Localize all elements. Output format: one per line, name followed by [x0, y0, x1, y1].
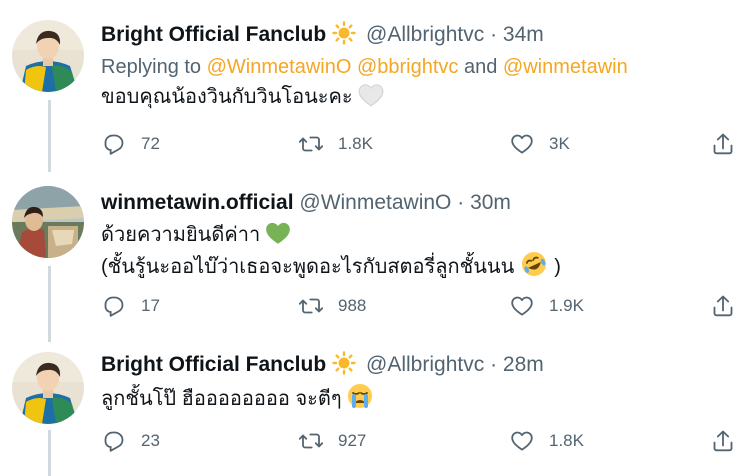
tweet[interactable]: Bright Official Fanclub @Allbrightvc · 2…: [0, 340, 751, 476]
tweet-actions: 72 1.8K 3K: [101, 129, 741, 159]
replying-to: Replying to @WinmetawinO @bbrightvc and …: [101, 52, 737, 82]
tweet-text-body: (ชั้นรู้นะออไบ๊ว่าเธอจะพูดอะไรกับสตอรี่ล…: [101, 256, 515, 278]
display-name[interactable]: winmetawin.official: [101, 191, 294, 214]
heart-icon: [511, 431, 533, 451]
separator-dot: ·: [490, 23, 498, 46]
tweet-header: Bright Official Fanclub @Allbrightvc · 2…: [101, 348, 737, 382]
display-name[interactable]: Bright Official Fanclub: [101, 353, 326, 376]
reply-icon: [104, 296, 124, 317]
retweet-count: 927: [338, 431, 367, 450]
tweet[interactable]: Bright Official Fanclub @Allbrightvc · 3…: [0, 0, 751, 170]
like-button[interactable]: 1.8K: [509, 426, 584, 456]
share-button[interactable]: [710, 129, 750, 159]
green-heart-icon: [266, 222, 291, 244]
heart-icon: [511, 296, 533, 316]
user-handle[interactable]: @WinmetawinO: [299, 191, 451, 214]
tweet-text-line: (ชั้นรู้นะออไบ๊ว่าเธอจะพูดอะไรกับสตอรี่ล…: [101, 250, 737, 282]
retweet-icon: [298, 433, 324, 449]
mention-link[interactable]: @winmetawin: [503, 56, 628, 78]
tweet-text: ขอบคุณน้องวินกับวินโอนะคะ: [101, 82, 737, 112]
white-heart-icon: [358, 84, 384, 107]
tweet-header: Bright Official Fanclub @Allbrightvc · 3…: [101, 18, 737, 52]
retweet-count: 1.8K: [338, 134, 373, 153]
tweet-text: ลูกชั้นโป๊ ฮืออออออออ จะตีๆ: [101, 382, 737, 414]
like-count: 3K: [549, 134, 570, 153]
reply-button[interactable]: 17: [101, 291, 160, 321]
share-icon: [713, 133, 733, 155]
tweet-text-body: ด้วยความยินดีค่าา: [101, 224, 261, 246]
reply-icon: [104, 134, 124, 155]
tweet-text-body: ): [554, 256, 561, 278]
mention-link[interactable]: @bbrightvc: [357, 56, 458, 78]
sun-icon: [332, 351, 356, 375]
user-handle[interactable]: @Allbrightvc: [366, 353, 484, 376]
tweet-actions: 17 988 1.9K: [101, 291, 741, 321]
avatar[interactable]: [12, 186, 84, 258]
retweet-count: 988: [338, 296, 367, 315]
reply-count: 17: [141, 296, 160, 315]
avatar[interactable]: [12, 20, 84, 92]
like-count: 1.9K: [549, 296, 584, 315]
retweet-icon: [298, 298, 324, 314]
reply-count: 72: [141, 134, 160, 153]
share-button[interactable]: [710, 291, 750, 321]
tweet-actions: 23 927 1.8K: [101, 426, 741, 456]
avatar[interactable]: [12, 352, 84, 424]
crying-face-icon: [347, 384, 372, 408]
timestamp[interactable]: 30m: [470, 191, 511, 214]
reply-icon: [104, 431, 124, 452]
timestamp[interactable]: 28m: [503, 353, 544, 376]
separator-dot: ·: [457, 191, 465, 214]
tweet[interactable]: winmetawin.official @WinmetawinO · 30m ด…: [0, 170, 751, 340]
tweet-header: winmetawin.official @WinmetawinO · 30m: [101, 186, 737, 220]
like-button[interactable]: 1.9K: [509, 291, 584, 321]
replying-to-and: and: [458, 56, 503, 78]
replying-to-label: Replying to: [101, 56, 207, 78]
like-button[interactable]: 3K: [509, 129, 570, 159]
reply-button[interactable]: 23: [101, 426, 160, 456]
reply-count: 23: [141, 431, 160, 450]
share-icon: [713, 430, 733, 452]
like-count: 1.8K: [549, 431, 584, 450]
reply-button[interactable]: 72: [101, 129, 160, 159]
sun-icon: [332, 21, 356, 45]
tweet-text: ด้วยความยินดีค่าา: [101, 220, 737, 250]
retweet-button[interactable]: 1.8K: [298, 129, 373, 159]
share-icon: [713, 295, 733, 317]
share-button[interactable]: [710, 426, 750, 456]
tweet-text-body: ขอบคุณน้องวินกับวินโอนะคะ: [101, 86, 353, 108]
retweet-button[interactable]: 988: [298, 291, 366, 321]
separator-dot: ·: [490, 353, 498, 376]
heart-icon: [511, 134, 533, 154]
rolling-laughing-icon: [522, 252, 547, 276]
user-handle[interactable]: @Allbrightvc: [366, 23, 484, 46]
retweet-button[interactable]: 927: [298, 426, 366, 456]
mention-link[interactable]: @WinmetawinO: [207, 56, 352, 78]
display-name[interactable]: Bright Official Fanclub: [101, 23, 326, 46]
retweet-icon: [298, 136, 324, 152]
timestamp[interactable]: 34m: [503, 23, 544, 46]
tweet-text-body: ลูกชั้นโป๊ ฮืออออออออ จะตีๆ: [101, 388, 342, 410]
